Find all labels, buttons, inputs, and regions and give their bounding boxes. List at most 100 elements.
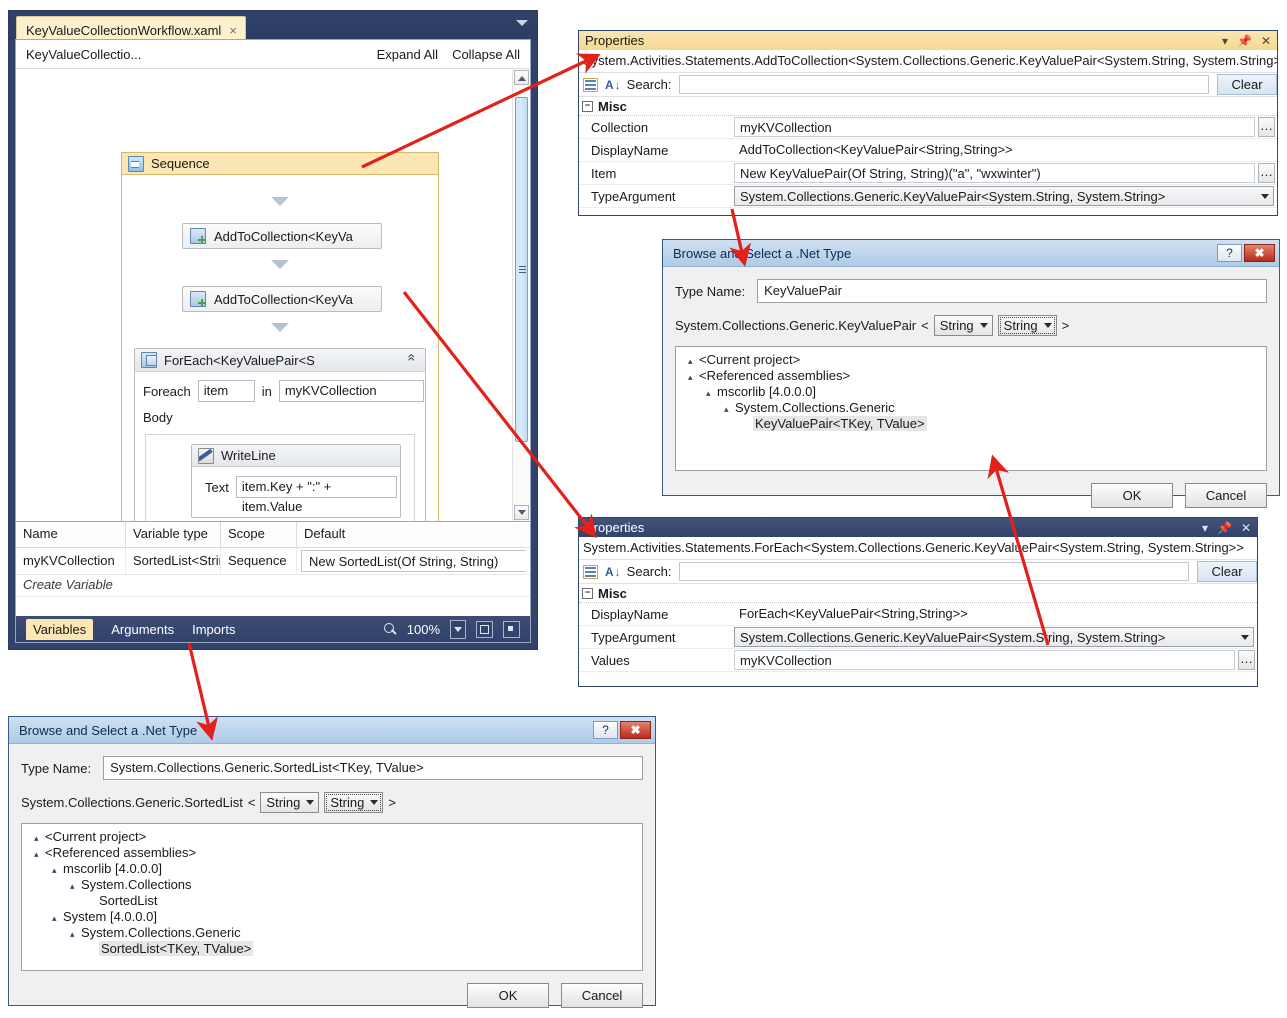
column-header-scope[interactable]: Scope — [221, 522, 297, 547]
property-value-input[interactable]: AddToCollection<KeyValuePair<String,Stri… — [734, 140, 1274, 160]
actual-size-icon[interactable] — [503, 620, 520, 638]
scroll-down-icon[interactable] — [514, 505, 529, 520]
expander-icon[interactable]: ▴ — [34, 846, 45, 862]
tree-item[interactable]: ▴ <Referenced assemblies> — [28, 845, 636, 861]
tree-item[interactable]: ▴ <Current project> — [28, 829, 636, 845]
expander-icon[interactable]: ▴ — [688, 369, 699, 385]
tree-item[interactable]: ▴ mscorlib [4.0.0.0] — [682, 384, 1260, 400]
close-icon[interactable]: ✖ — [620, 721, 651, 739]
close-icon[interactable]: ✕ — [1241, 522, 1251, 534]
property-value-input[interactable]: ForEach<KeyValuePair<String,String>> — [734, 604, 1254, 624]
create-variable-row[interactable]: Create Variable — [16, 575, 530, 597]
column-header-name[interactable]: Name — [16, 522, 126, 547]
expander-icon[interactable]: ▴ — [706, 385, 717, 401]
activity-add-to-collection-2[interactable]: AddToCollection<KeyVa — [182, 286, 382, 312]
group-toggle-icon[interactable]: − — [582, 587, 593, 599]
writeline-text-input[interactable]: item.Key + ":" + item.Value — [235, 476, 397, 514]
categorized-view-icon[interactable] — [583, 77, 598, 92]
foreach-collection-input[interactable]: myKVCollection — [278, 380, 424, 402]
tab-keyvaluecollectionworkflow[interactable]: KeyValueCollectionWorkflow.xaml × — [16, 16, 246, 40]
tab-variables[interactable]: Variables — [26, 618, 94, 640]
property-value-combobox[interactable]: System.Collections.Generic.KeyValuePair<… — [734, 627, 1254, 647]
pin-icon[interactable]: 📌 — [1237, 35, 1252, 47]
generic-arg-0-combobox[interactable]: String — [933, 315, 993, 336]
assembly-type-tree[interactable]: ▴ <Current project> ▴ <Referenced assembli… — [675, 346, 1267, 471]
expander-icon[interactable]: ▴ — [52, 910, 63, 926]
property-row-collection[interactable]: Collection myKVCollection … — [579, 116, 1277, 139]
ok-button[interactable]: OK — [467, 983, 549, 1008]
expander-icon[interactable]: ▴ — [34, 830, 45, 846]
help-icon[interactable]: ? — [593, 721, 618, 739]
chevron-down-icon[interactable] — [516, 20, 528, 26]
property-value-combobox[interactable]: System.Collections.Generic.KeyValuePair<… — [734, 186, 1274, 206]
generic-arg-0-combobox[interactable]: String — [260, 792, 320, 813]
tab-arguments[interactable]: Arguments — [111, 622, 174, 637]
variable-type-cell[interactable]: SortedList<String — [126, 548, 221, 574]
close-icon[interactable]: ✖ — [1244, 244, 1275, 262]
tree-item[interactable]: ▴ System [4.0.0.0] — [28, 909, 636, 925]
ellipsis-button[interactable]: … — [1238, 650, 1255, 670]
alphabetical-sort-icon[interactable]: A — [605, 78, 620, 92]
ellipsis-button[interactable]: … — [1258, 117, 1275, 137]
chevron-down-icon[interactable] — [1241, 635, 1249, 640]
tree-item[interactable]: ▴ <Current project> — [682, 352, 1260, 368]
search-input[interactable] — [679, 562, 1189, 581]
alphabetical-sort-icon[interactable]: A — [605, 565, 620, 579]
tab-imports[interactable]: Imports — [192, 622, 235, 637]
expander-icon[interactable]: ▴ — [688, 353, 699, 369]
property-row-typeargument[interactable]: TypeArgument System.Collections.Generic.… — [579, 626, 1257, 649]
magnifier-icon[interactable] — [383, 622, 397, 636]
variable-name-cell[interactable]: myKVCollection — [16, 548, 126, 574]
collapse-chevron-icon[interactable] — [406, 355, 419, 366]
ellipsis-button[interactable]: … — [1258, 163, 1275, 183]
chevron-down-icon[interactable] — [1261, 194, 1269, 199]
zoom-dropdown-icon[interactable] — [450, 619, 466, 639]
search-input[interactable] — [679, 75, 1209, 94]
close-icon[interactable]: ✕ — [1261, 35, 1271, 47]
expander-icon[interactable]: ▴ — [70, 926, 81, 942]
tree-item-selected[interactable]: SortedList<TKey, TValue> — [28, 941, 636, 957]
tree-item[interactable]: ▴ System.Collections.Generic — [28, 925, 636, 941]
activity-foreach[interactable]: ForEach<KeyValuePair<S Foreach item in m… — [134, 348, 426, 521]
expand-all-button[interactable]: Expand All — [377, 47, 438, 62]
activity-writeline[interactable]: WriteLine Text item.Key + ":" + item.Val… — [191, 444, 401, 518]
group-toggle-icon[interactable]: − — [582, 100, 593, 112]
generic-arg-1-combobox[interactable]: String — [324, 792, 384, 813]
variable-default-cell[interactable]: New SortedList(Of String, String) — [301, 550, 526, 572]
property-row-displayname[interactable]: DisplayName AddToCollection<KeyValuePair… — [579, 139, 1277, 162]
ok-button[interactable]: OK — [1091, 483, 1173, 508]
foreach-body-dropzone[interactable]: WriteLine Text item.Key + ":" + item.Val… — [145, 434, 415, 521]
scrollbar-thumb[interactable] — [515, 97, 528, 442]
activity-add-to-collection-1[interactable]: AddToCollection<KeyVa — [182, 223, 382, 249]
property-row-typeargument[interactable]: TypeArgument System.Collections.Generic.… — [579, 185, 1277, 208]
variable-scope-cell[interactable]: Sequence — [221, 548, 297, 574]
zoom-level-label[interactable]: 100% — [407, 622, 440, 637]
scroll-up-icon[interactable] — [514, 70, 529, 85]
generic-arg-1-combobox[interactable]: String — [997, 315, 1057, 336]
tree-item-selected[interactable]: KeyValuePair<TKey, TValue> — [682, 416, 1260, 432]
designer-canvas[interactable]: Sequence AddToCollection<KeyVa AddToColl… — [16, 69, 513, 521]
clear-button[interactable]: Clear — [1217, 74, 1277, 95]
type-name-input[interactable]: System.Collections.Generic.SortedList<TK… — [103, 756, 643, 780]
tree-item[interactable]: ▴ <Referenced assemblies> — [682, 368, 1260, 384]
breadcrumb-root[interactable]: KeyValueCollectio... — [26, 47, 141, 62]
fit-to-screen-icon[interactable] — [476, 620, 493, 638]
clear-button[interactable]: Clear — [1197, 561, 1257, 582]
foreach-item-input[interactable]: item — [197, 380, 255, 402]
tree-item[interactable]: ▴ System.Collections — [28, 877, 636, 893]
property-value-input[interactable]: myKVCollection — [734, 650, 1235, 670]
expander-icon[interactable]: ▴ — [724, 401, 735, 417]
canvas-vertical-scrollbar[interactable] — [512, 69, 530, 521]
property-group-misc[interactable]: − Misc — [579, 97, 1277, 116]
help-icon[interactable]: ? — [1217, 244, 1242, 262]
property-row-item[interactable]: Item New KeyValuePair(Of String, String)… — [579, 162, 1277, 185]
tree-item[interactable]: ▴ mscorlib [4.0.0.0] — [28, 861, 636, 877]
expander-icon[interactable]: ▴ — [52, 862, 63, 878]
property-row-values[interactable]: Values myKVCollection … — [579, 649, 1257, 672]
property-row-displayname[interactable]: DisplayName ForEach<KeyValuePair<String,… — [579, 603, 1257, 626]
column-header-default[interactable]: Default — [297, 522, 530, 547]
cancel-button[interactable]: Cancel — [1185, 483, 1267, 508]
chevron-down-icon[interactable]: ▾ — [1202, 522, 1208, 534]
property-value-input[interactable]: New KeyValuePair(Of String, String)("a",… — [734, 163, 1255, 183]
type-name-input[interactable]: KeyValuePair — [757, 279, 1267, 303]
